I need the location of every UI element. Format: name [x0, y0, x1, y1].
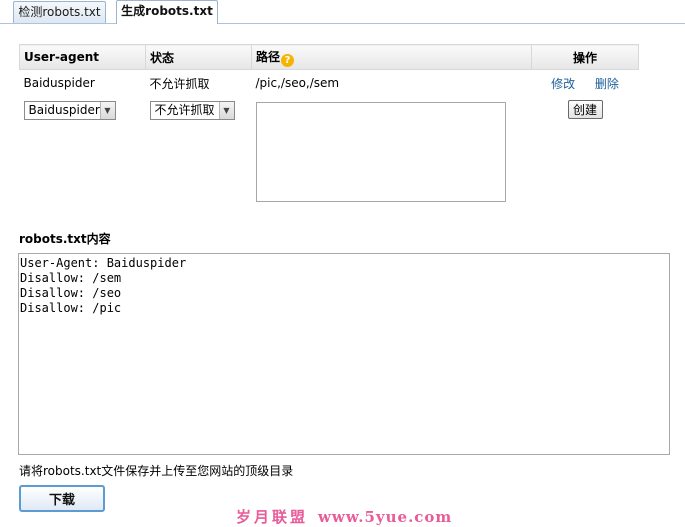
- path-input[interactable]: [255, 101, 506, 202]
- header-path: 路径?: [251, 44, 532, 70]
- user-agent-select-value: Baiduspider: [28, 102, 100, 117]
- header-user-agent: User-agent: [19, 44, 146, 70]
- robots-content-title: robots.txt内容: [19, 232, 111, 246]
- new-user-agent-cell: Baiduspider ▼: [20, 97, 146, 205]
- rules-table: User-agent 状态 路径? 操作 Baiduspider 不允许抓取 /…: [19, 44, 639, 205]
- robots-content-textarea[interactable]: User-Agent: Baiduspider Disallow: /sem D…: [18, 253, 670, 455]
- chevron-down-icon: ▼: [99, 101, 115, 119]
- edit-link[interactable]: 修改: [551, 77, 575, 91]
- header-path-label: 路径: [256, 49, 281, 64]
- chevron-down-icon: ▼: [218, 101, 234, 119]
- help-circle-icon[interactable]: ?: [281, 53, 295, 67]
- watermark-brand: 岁月联盟: [236, 508, 309, 526]
- tab-check-robots[interactable]: 检测robots.txt: [13, 1, 106, 23]
- watermark: 岁月联盟 www.5yue.com: [236, 506, 452, 527]
- rules-table-header: User-agent 状态 路径? 操作: [19, 44, 639, 70]
- download-button[interactable]: 下载: [19, 485, 105, 512]
- header-status: 状态: [145, 44, 252, 70]
- user-agent-select[interactable]: Baiduspider ▼: [23, 100, 116, 120]
- new-path-cell: [252, 97, 532, 205]
- row-actions: 修改 删除: [532, 70, 639, 97]
- new-status-cell: 不允许抓取 ▼: [146, 97, 252, 205]
- delete-link[interactable]: 删除: [595, 77, 619, 91]
- tab-bar-divider: [0, 23, 685, 24]
- new-actions-cell: 创建: [532, 97, 639, 205]
- tab-generate-robots[interactable]: 生成robots.txt: [116, 0, 218, 24]
- tab-bar: 检测robots.txt 生成robots.txt: [0, 0, 685, 24]
- status-select-value: 不允许抓取: [154, 102, 215, 117]
- table-row: Baiduspider 不允许抓取 /pic,/seo,/sem 修改 删除: [20, 70, 639, 97]
- watermark-url: www.5yue.com: [318, 508, 453, 526]
- status-select[interactable]: 不允许抓取 ▼: [149, 100, 235, 120]
- new-rule-row: Baiduspider ▼ 不允许抓取 ▼ 创建: [20, 97, 639, 205]
- create-button[interactable]: 创建: [567, 99, 603, 119]
- upload-note: 请将robots.txt文件保存并上传至您网站的顶级目录: [19, 464, 294, 478]
- row-user-agent: Baiduspider: [23, 76, 95, 91]
- row-status: 不允许抓取: [149, 76, 210, 91]
- row-path: /pic,/seo,/sem: [255, 76, 340, 91]
- header-actions: 操作: [531, 44, 639, 70]
